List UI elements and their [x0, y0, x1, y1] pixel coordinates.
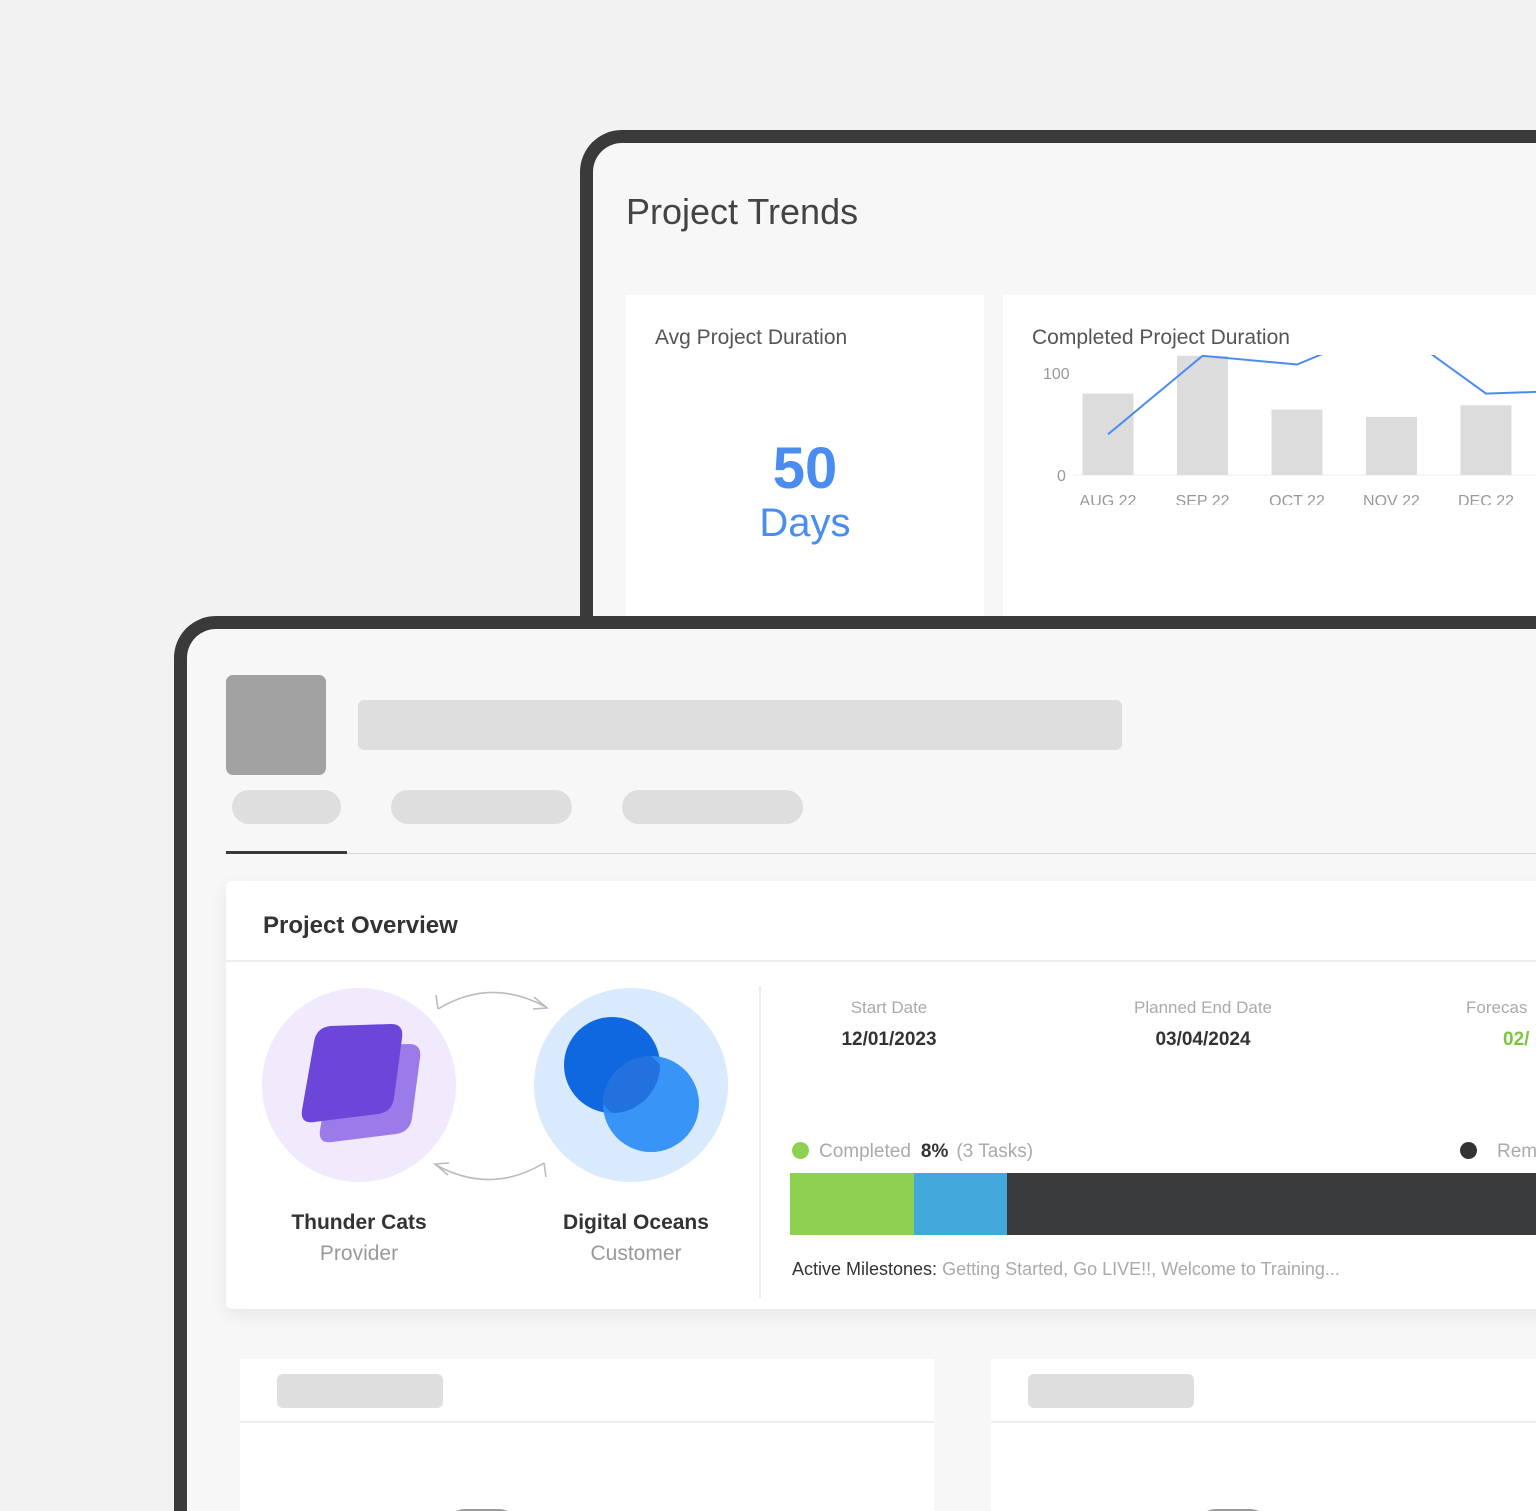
exchange-arrows-icon	[432, 991, 550, 1181]
project-overview-card: Project Overview Thunder Cats Provider D…	[226, 881, 1536, 1309]
overview-divider	[226, 960, 1536, 962]
customer-role: Customer	[590, 1242, 682, 1265]
completed-duration-chart: 100 0 AUG 22 SEP 22 OCT 22 NOV 22 DEC 22	[1043, 355, 1536, 505]
project-trends-window: Project Trends Avg Project Duration 50 D…	[580, 130, 1536, 650]
project-logo-placeholder	[226, 675, 326, 775]
completed-dot-icon	[792, 1142, 809, 1159]
remaining-dot-icon	[1460, 1142, 1477, 1159]
project-detail-window: Project Overview Thunder Cats Provider D…	[174, 616, 1536, 1511]
forecast-date-label: Forecas	[1466, 998, 1528, 1017]
active-milestones: Active Milestones: Getting Started, Go L…	[792, 1259, 1340, 1280]
tab-placeholder-1[interactable]	[232, 790, 341, 824]
remaining-legend-label: Rem	[1497, 1141, 1536, 1162]
digital-oceans-logo-icon	[564, 1017, 699, 1152]
completed-legend-label: Completed	[819, 1141, 911, 1162]
project-title-placeholder	[358, 700, 1122, 750]
overview-vertical-divider	[759, 986, 761, 1298]
remaining-legend: Rem	[1460, 1141, 1536, 1163]
completed-percent: 8%	[920, 1141, 949, 1162]
y-tick-label: 0	[1057, 468, 1066, 485]
card-title-placeholder	[277, 1374, 443, 1408]
active-tab-indicator	[226, 851, 347, 854]
chart-bar	[1460, 405, 1512, 475]
placeholder-card-left	[240, 1359, 934, 1511]
avg-duration-label: Avg Project Duration	[655, 326, 848, 349]
x-tick-label: SEP 22	[1176, 493, 1230, 505]
start-date-value: 12/01/2023	[841, 1029, 937, 1050]
planned-end-date-value: 03/04/2024	[1155, 1029, 1251, 1050]
chart-bar	[1366, 416, 1417, 475]
progress-completed-segment	[790, 1173, 914, 1235]
avg-duration-value: 50	[772, 436, 838, 501]
provider-role: Provider	[319, 1242, 399, 1265]
customer-logo	[534, 988, 728, 1182]
project-trends-title: Project Trends	[626, 191, 859, 232]
progress-in-progress-segment	[914, 1173, 1007, 1235]
x-tick-label: AUG 22	[1080, 493, 1137, 505]
active-milestones-label: Active Milestones:	[792, 1259, 938, 1279]
completed-duration-label: Completed Project Duration	[1032, 326, 1290, 349]
completed-task-count: (3 Tasks)	[956, 1141, 1034, 1162]
customer-name: Digital Oceans	[563, 1211, 709, 1234]
planned-end-date-label: Planned End Date	[1134, 998, 1272, 1017]
completed-legend: Completed 8% (3 Tasks)	[792, 1141, 1033, 1163]
tab-placeholder-2[interactable]	[391, 790, 572, 824]
provider-name: Thunder Cats	[291, 1211, 427, 1234]
project-progress-bar[interactable]	[790, 1173, 1536, 1235]
x-tick-label: NOV 22	[1363, 493, 1420, 505]
avg-project-duration-card[interactable]: Avg Project Duration 50 Days	[626, 295, 984, 635]
x-tick-label: OCT 22	[1269, 493, 1325, 505]
card-divider	[240, 1421, 934, 1423]
start-date-label: Start Date	[850, 998, 928, 1017]
active-milestones-value[interactable]: Getting Started, Go LIVE!!, Welcome to T…	[942, 1259, 1340, 1279]
project-overview-title: Project Overview	[263, 912, 458, 939]
card-divider	[991, 1421, 1536, 1423]
placeholder-card-right	[991, 1359, 1536, 1511]
card-title-placeholder	[1028, 1374, 1194, 1408]
avg-duration-unit: Days	[759, 501, 851, 545]
chart-bar	[1271, 409, 1323, 475]
completed-project-duration-card[interactable]: Completed Project Duration 100 0 AUG 22 SEP…	[1003, 295, 1536, 635]
forecast-date-value: 02/	[1503, 1029, 1530, 1050]
tab-divider	[226, 853, 1536, 854]
tab-placeholder-3[interactable]	[622, 790, 803, 824]
chart-bar	[1177, 355, 1228, 475]
x-tick-label: DEC 22	[1458, 493, 1514, 505]
y-tick-label: 100	[1043, 366, 1070, 383]
